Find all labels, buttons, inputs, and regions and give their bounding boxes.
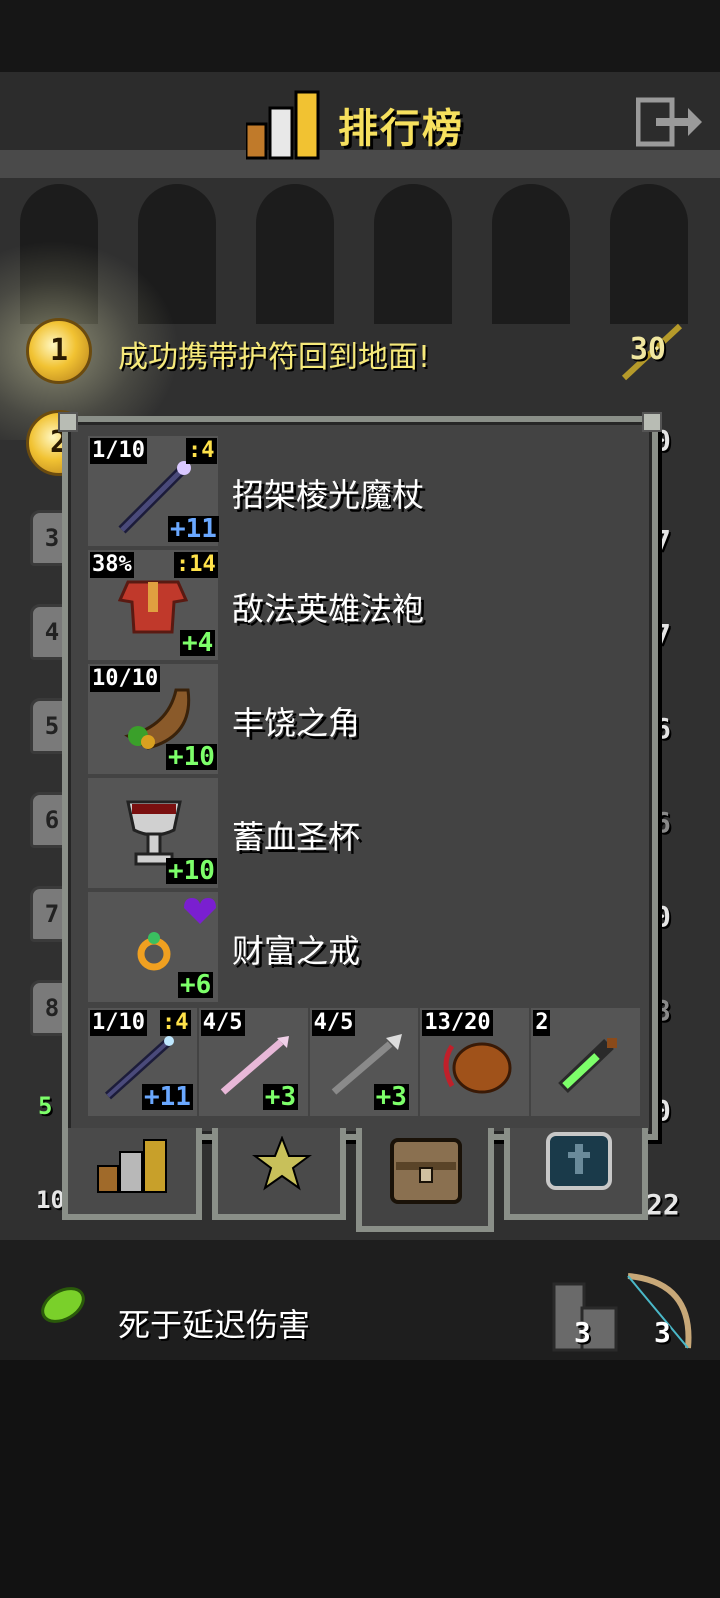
item-level: :14	[174, 552, 218, 578]
leaderboard-title-icon	[246, 90, 320, 160]
rank-row[interactable]: 1 成功携带护符回到地面! 30	[0, 318, 720, 388]
tab-inventory[interactable]	[356, 1128, 494, 1232]
backpack-icon	[390, 1138, 462, 1204]
quickslot[interactable]: 2	[531, 1008, 640, 1116]
death-cause: 死于延迟伤害	[118, 1306, 311, 1344]
page-title: 排行榜	[338, 106, 464, 152]
tab-leaderboard[interactable]	[62, 1128, 202, 1220]
quickslot-level: :4	[160, 1010, 191, 1036]
tab-bar	[62, 1128, 658, 1232]
quickslot[interactable]: 13/20	[420, 1008, 530, 1116]
item-bonus: +11	[168, 514, 219, 544]
rank-row[interactable]	[0, 1270, 720, 1360]
item-slot: 1/10 :4 +11	[88, 436, 219, 546]
star-icon	[252, 1136, 312, 1191]
quickslot[interactable]: 4/5 +3	[309, 1008, 419, 1116]
item-bonus: +10	[166, 742, 217, 772]
quickslot-charges: 4/5	[311, 1010, 356, 1036]
inventory-panel: 1/10 :4 +11 招架棱光魔杖 38% :14 +4 敌法英雄法袍 10/…	[58, 412, 662, 1140]
item-name: 敌法英雄法袍	[232, 590, 425, 628]
item-name: 招架棱光魔杖	[232, 476, 425, 514]
header: 排行榜	[0, 88, 720, 168]
meat-icon	[443, 1042, 512, 1094]
shield-icon	[546, 1132, 612, 1190]
heart-icon	[184, 898, 216, 924]
item-name: 财富之戒	[232, 932, 361, 970]
leaderboard-icon	[97, 1139, 167, 1193]
item-name: 丰饶之角	[232, 704, 361, 742]
quickslot[interactable]: 4/5 +3	[198, 1008, 308, 1116]
item-charges: 10/10	[90, 666, 161, 692]
quickslot-bonus: +11	[142, 1082, 193, 1112]
item-name: 蓄血圣杯	[232, 818, 361, 856]
quickslot-count: 2	[533, 1010, 551, 1036]
item-slot: 38% :14 +4	[88, 550, 218, 660]
inventory-item[interactable]: 1/10 :4 +11 招架棱光魔杖	[88, 436, 640, 548]
quickslot-bonus: +3	[262, 1082, 299, 1112]
depth-value: 3	[574, 1316, 591, 1349]
rank-badge: 1	[26, 318, 92, 384]
quickslot-charges: 1/10	[90, 1010, 147, 1036]
exit-icon[interactable]	[636, 96, 704, 148]
item-charges: 1/10	[90, 438, 147, 464]
inventory-item[interactable]: 38% :14 +4 敌法英雄法袍	[88, 550, 640, 662]
left-peek-value: 5	[38, 1092, 53, 1120]
ring-icon	[137, 932, 171, 971]
inventory-item[interactable]: +10 蓄血圣杯	[88, 778, 640, 890]
inventory-item[interactable]: +6 财富之戒	[88, 892, 640, 1004]
rank-description: 成功携带护符回到地面!	[118, 340, 431, 375]
item-bonus: +6	[178, 970, 214, 1000]
item-slot: +6	[88, 892, 218, 1002]
level-value: 3	[654, 1316, 671, 1349]
potion-icon	[558, 1038, 618, 1094]
item-bonus: +10	[166, 856, 217, 886]
robe-icon	[118, 580, 188, 634]
left-peek-value: 10	[36, 1186, 65, 1214]
tab-badges[interactable]	[212, 1128, 346, 1220]
tab-stats[interactable]	[504, 1128, 648, 1220]
quickslot-charges: 4/5	[200, 1010, 245, 1036]
leaf-icon	[41, 1287, 85, 1323]
rank-score: 30	[629, 332, 666, 367]
quickslot-bonus: +3	[373, 1082, 409, 1112]
inventory-item[interactable]: 10/10 +10 丰饶之角	[88, 664, 640, 776]
quickslot-count: 13/20	[422, 1010, 493, 1036]
quickslot[interactable]: 1/10 :4 +11	[88, 1008, 197, 1116]
item-level: :4	[186, 438, 217, 464]
item-charges: 38%	[90, 552, 134, 578]
item-slot: +10	[88, 778, 218, 888]
item-bonus: +4	[180, 628, 216, 658]
item-slot: 10/10 +10	[88, 664, 218, 774]
quickslot-bar: 1/10 :4 +11 4/5 +3 4/5 +3 13/20 2	[88, 1008, 640, 1116]
